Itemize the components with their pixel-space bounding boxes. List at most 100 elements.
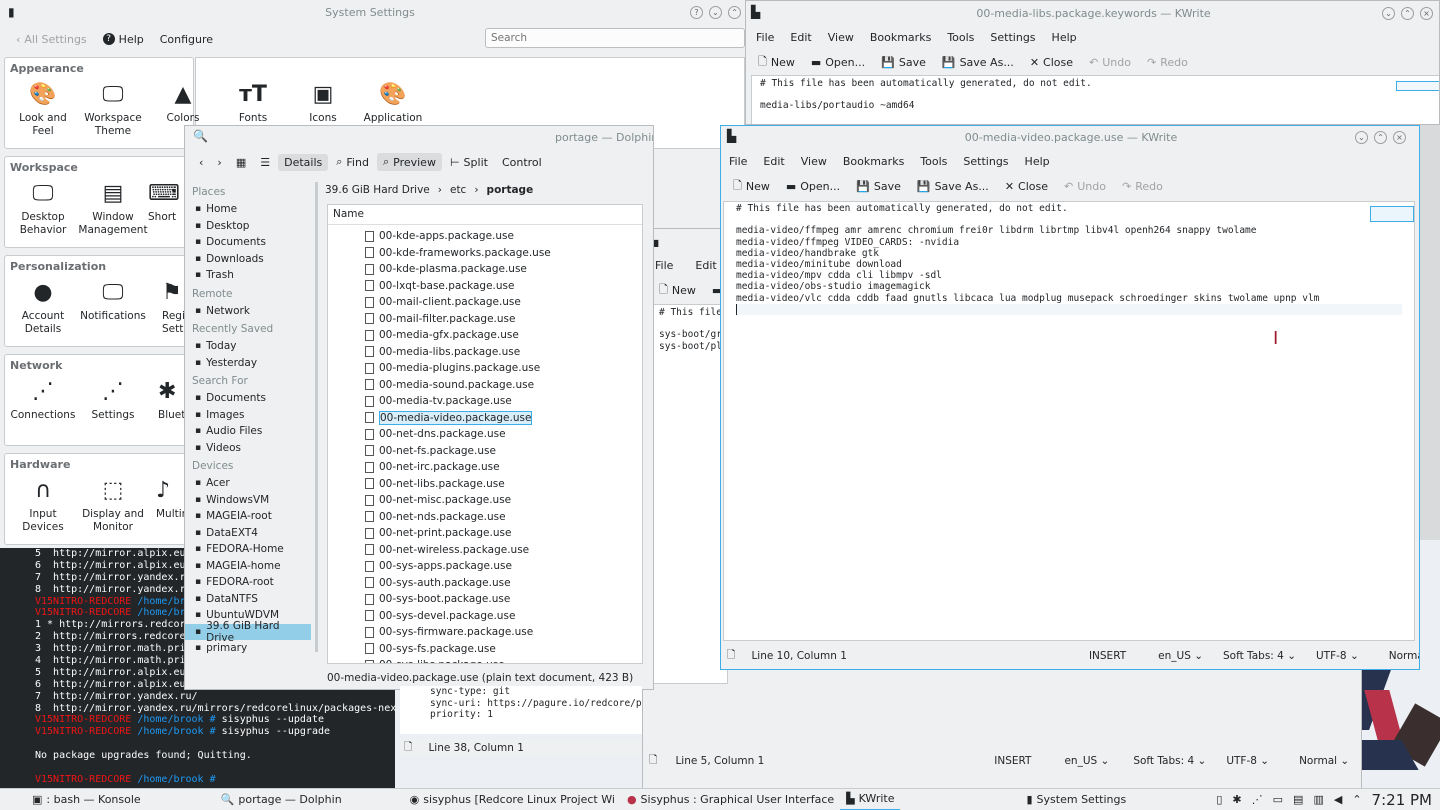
places-item-downloads[interactable]: ▪ Downloads	[185, 251, 311, 268]
redo-button[interactable]: ↷ Redo	[1141, 54, 1194, 71]
breadcrumb-item[interactable]: 39.6 GiB Hard Drive	[325, 184, 430, 196]
menu-view[interactable]: View	[822, 31, 860, 44]
highlight-select[interactable]: Normal ⌄	[1389, 650, 1419, 662]
configure-button[interactable]: Configure	[154, 31, 219, 48]
save-as-button[interactable]: 💾 Save As...	[936, 54, 1020, 71]
kcm-multimedia[interactable]: ♪ Multir	[156, 478, 184, 521]
help-control-icon[interactable]: ?	[690, 6, 703, 19]
minimap[interactable]	[1396, 81, 1439, 91]
file-row[interactable]: 00-net-nds.package.use	[328, 509, 642, 526]
minimize-icon[interactable]: ⌄	[1382, 7, 1395, 20]
menu-settings[interactable]: Settings	[957, 155, 1014, 168]
file-row[interactable]: 00-net-misc.package.use	[328, 492, 642, 509]
battery-icon[interactable]: ▯	[1216, 793, 1222, 806]
maximize-icon[interactable]: ⌃	[1374, 131, 1387, 144]
bluetooth-icon[interactable]: ✱	[1232, 793, 1241, 806]
language-select[interactable]: en_US ⌄	[1158, 650, 1203, 662]
menu-file[interactable]: File	[750, 31, 780, 44]
highlight-select[interactable]: Normal ⌄	[1299, 755, 1349, 767]
menu-help[interactable]: Help	[1046, 31, 1083, 44]
places-item-desktop[interactable]: ▪ Desktop	[185, 218, 311, 235]
places-item-trash[interactable]: ▪ Trash	[185, 267, 311, 284]
places-item-fedora-root[interactable]: ▪ FEDORA-root	[185, 574, 311, 591]
minimize-icon[interactable]: ⌄	[709, 6, 722, 19]
places-item-today[interactable]: ▪ Today	[185, 338, 311, 355]
places-item-dataext4[interactable]: ▪ DataEXT4	[185, 525, 311, 542]
file-row[interactable]: 00-kde-plasma.package.use	[328, 261, 642, 278]
kcm-shortcuts[interactable]: ⌨ Short	[148, 181, 184, 224]
file-row[interactable]: 00-net-fs.package.use	[328, 443, 642, 460]
file-row[interactable]: 00-sys-firmware.package.use	[328, 624, 642, 641]
file-row[interactable]: 00-sys-boot.package.use	[328, 591, 642, 608]
places-item-home[interactable]: ▪ Home	[185, 201, 311, 218]
tabs-select[interactable]: Soft Tabs: 4 ⌄	[1223, 650, 1296, 662]
file-row[interactable]: 00-media-libs.package.use	[328, 344, 642, 361]
undo-button[interactable]: ↶ Undo	[1058, 178, 1112, 195]
minimize-icon[interactable]: ⌄	[1355, 131, 1368, 144]
menu-tools[interactable]: Tools	[914, 155, 953, 168]
split-button[interactable]: ⊢ Split	[444, 154, 494, 171]
kcm-icons[interactable]: ▣ Icons	[288, 82, 358, 125]
kcm-bluetooth[interactable]: ✱ Bluet	[158, 379, 184, 422]
places-item-mageia-root[interactable]: ▪ MAGEIA-root	[185, 508, 311, 525]
file-row[interactable]: 00-media-sound.package.use	[328, 377, 642, 394]
compact-view-button[interactable]: ☰	[254, 154, 276, 171]
task-dolphin[interactable]: 🔍 portage — Dolphin	[215, 789, 348, 810]
clipboard-icon[interactable]: ▤	[1293, 793, 1303, 806]
file-row[interactable]: 00-net-dns.package.use	[328, 426, 642, 443]
kcm-regional-settings[interactable]: ⚑ Regi Setti	[162, 280, 184, 336]
menu-file[interactable]: File	[723, 155, 753, 168]
file-row[interactable]: 00-sys-apps.package.use	[328, 558, 642, 575]
task-kwrite[interactable]: ▙ KWrite	[840, 789, 901, 810]
kcm-look-and-feel[interactable]: 🎨 Look and Feel	[8, 82, 78, 138]
kcm-window-management[interactable]: ▤ Window Management	[78, 181, 148, 237]
menu-settings[interactable]: Settings	[984, 31, 1041, 44]
undo-button[interactable]: ↶ Undo	[1083, 54, 1137, 71]
kcm-colors[interactable]: ▲ Colors	[148, 82, 218, 125]
find-button[interactable]: ⌕ Find	[330, 153, 375, 171]
save-as-button[interactable]: 💾 Save As...	[911, 178, 995, 195]
places-item-documents[interactable]: ▪ Documents	[185, 390, 311, 407]
input-mode[interactable]: INSERT	[1089, 650, 1126, 662]
back-button[interactable]: ‹	[193, 154, 209, 171]
file-row[interactable]: 00-media-plugins.package.use	[328, 360, 642, 377]
encoding-select[interactable]: UTF-8 ⌄	[1226, 755, 1269, 767]
expand-tray-icon[interactable]: ⌃	[1352, 793, 1361, 806]
places-item-documents[interactable]: ▪ Documents	[185, 234, 311, 251]
places-item-yesterday[interactable]: ▪ Yesterday	[185, 355, 311, 372]
file-row[interactable]: 00-media-gfx.package.use	[328, 327, 642, 344]
language-select[interactable]: en_US ⌄	[1064, 755, 1109, 767]
file-row[interactable]: 00-kde-apps.package.use	[328, 228, 642, 245]
file-row[interactable]: 00-net-libs.package.use	[328, 476, 642, 493]
kcm-fonts[interactable]: тТ Fonts	[218, 82, 288, 125]
places-item-windowsvm[interactable]: ▪ WindowsVM	[185, 492, 311, 509]
file-row[interactable]: 00-sys-auth.package.use	[328, 575, 642, 592]
close-button[interactable]: ✕ Close	[1024, 54, 1079, 71]
icons-view-button[interactable]: ▦	[230, 154, 252, 171]
redo-button[interactable]: ↷ Redo	[1116, 178, 1169, 195]
menu-bookmarks[interactable]: Bookmarks	[864, 31, 937, 44]
open-button[interactable]: ▬ Open...	[780, 178, 846, 195]
save-button[interactable]: 💾 Save	[875, 54, 932, 71]
breadcrumb-item[interactable]: etc	[450, 184, 466, 196]
kcm-connections[interactable]: ⋰ Connections	[8, 379, 78, 422]
task-konsole[interactable]: ▣: bash — Konsole	[26, 789, 147, 810]
file-row[interactable]: 00-media-video.package.use	[328, 410, 642, 427]
places-scrollbar[interactable]	[315, 182, 318, 652]
file-row[interactable]: 00-media-tv.package.use	[328, 393, 642, 410]
volume-icon[interactable]: ◀	[1334, 793, 1342, 806]
open-button[interactable]: ▬ Open...	[805, 54, 871, 71]
places-item-audio-files[interactable]: ▪ Audio Files	[185, 423, 311, 440]
places-item-fedora-home[interactable]: ▪ FEDORA-Home	[185, 541, 311, 558]
kcm-display-and-monitor[interactable]: ⬚ Display and Monitor	[78, 478, 148, 534]
kcm-workspace-theme[interactable]: 🖵 Workspace Theme	[78, 82, 148, 138]
file-row[interactable]: 00-net-print.package.use	[328, 525, 642, 542]
forward-button[interactable]: ›	[211, 154, 227, 171]
kwrite-front-editor[interactable]: # This file has been automatically gener…	[723, 201, 1415, 641]
places-item-datantfs[interactable]: ▪ DataNTFS	[185, 591, 311, 608]
kcm-input-devices[interactable]: ∩ Input Devices	[8, 478, 78, 534]
display-icon[interactable]: ▭	[1273, 793, 1283, 806]
kcm-desktop-behavior[interactable]: 🖵 Desktop Behavior	[8, 181, 78, 237]
places-item-images[interactable]: ▪ Images	[185, 407, 311, 424]
places-item-mageia-home[interactable]: ▪ MAGEIA-home	[185, 558, 311, 575]
